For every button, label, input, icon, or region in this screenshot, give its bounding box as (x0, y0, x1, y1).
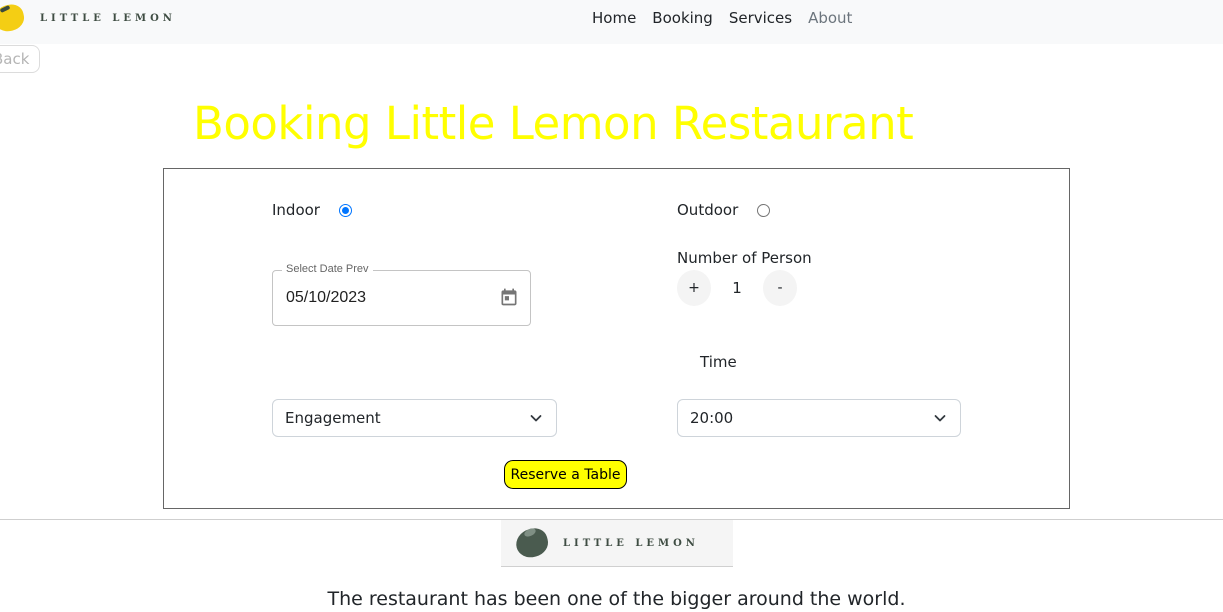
nav-link-about[interactable]: About (808, 9, 852, 27)
date-field-label: Select Date Prev (282, 263, 373, 275)
lemon-logo-icon (0, 2, 28, 34)
reserve-table-button[interactable]: Reserve a Table (504, 460, 627, 489)
nav-link-booking[interactable]: Booking (652, 9, 713, 27)
date-input[interactable]: 05/10/2023 (286, 289, 366, 307)
decrement-button[interactable]: - (763, 270, 797, 306)
persons-value: 1 (732, 279, 742, 297)
nav-links: Home Booking Services About (592, 9, 868, 27)
outdoor-option[interactable]: Outdoor (677, 201, 771, 219)
occasion-select[interactable]: Engagement (272, 399, 557, 437)
occasion-value: Engagement (285, 409, 381, 427)
increment-button[interactable]: + (677, 270, 711, 306)
footer-logo: LITTLE LEMON (501, 520, 733, 567)
indoor-label: Indoor (272, 201, 320, 219)
time-select[interactable]: 20:00 (677, 399, 961, 437)
outdoor-label: Outdoor (677, 201, 739, 219)
back-button[interactable]: Back (0, 45, 41, 73)
booking-form: Indoor Outdoor Select Date Prev 05/10/20… (163, 168, 1070, 509)
brand-logo[interactable]: LITTLE LEMON (0, 2, 176, 34)
nav-link-services[interactable]: Services (729, 9, 792, 27)
persons-stepper: + 1 - (677, 270, 797, 306)
time-label: Time (700, 353, 737, 371)
footer-brand-name: LITTLE LEMON (563, 537, 699, 549)
navbar: LITTLE LEMON Home Booking Services About (0, 0, 1223, 44)
chevron-down-icon (530, 415, 542, 422)
time-value: 20:00 (690, 409, 734, 427)
nav-link-home[interactable]: Home (592, 9, 636, 27)
footer-description: The restaurant has been one of the bigge… (327, 588, 906, 610)
indoor-radio[interactable] (338, 203, 352, 217)
chevron-down-icon (934, 415, 946, 422)
lemon-logo-icon (512, 525, 552, 561)
persons-label: Number of Person (677, 249, 812, 267)
calendar-icon[interactable] (499, 287, 519, 307)
page-title: Booking Little Lemon Restaurant (193, 97, 914, 150)
date-picker-field[interactable]: Select Date Prev 05/10/2023 (272, 263, 531, 326)
brand-name: LITTLE LEMON (40, 12, 176, 24)
indoor-option[interactable]: Indoor (272, 201, 352, 219)
outdoor-radio[interactable] (757, 203, 771, 217)
